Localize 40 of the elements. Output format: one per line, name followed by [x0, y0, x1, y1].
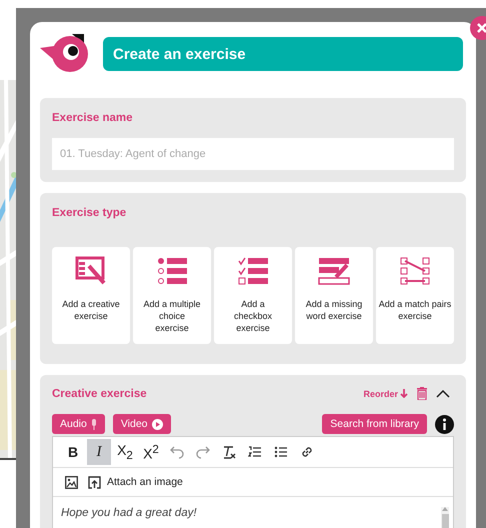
ordered-icon	[248, 445, 262, 459]
superscript-button[interactable]: X$^{2}$	[139, 439, 163, 465]
upload-icon	[88, 476, 101, 488]
chevron-up-icon[interactable]	[436, 390, 450, 398]
exercise-type-card[interactable]: Add a creative exercise	[52, 247, 130, 344]
exercise-type-card[interactable]: Add a match pairs exercise	[376, 247, 454, 344]
section-title: Creative exercise	[52, 388, 147, 400]
subscript-button[interactable]: X$_{2}$	[113, 439, 137, 465]
redo-icon	[196, 445, 210, 459]
trash-icon[interactable]	[417, 387, 427, 400]
exercise-text: Hope you had a great day!	[61, 507, 197, 521]
arrow-down-icon	[400, 389, 408, 398]
table-pencil-icon	[75, 256, 107, 286]
attach-image-button[interactable]: Attach an image	[88, 476, 183, 488]
radio-list-icon	[156, 256, 188, 286]
exercise-type-card[interactable]: Add a checkbox exercise	[214, 247, 292, 344]
checklist-icon	[237, 256, 269, 286]
search-library-button[interactable]: Search from library	[322, 414, 427, 434]
section-label: Exercise type	[52, 207, 128, 219]
italic-button[interactable]: I	[87, 439, 111, 465]
bold-button[interactable]: B	[61, 439, 85, 465]
title-banner: Create an exercise	[103, 37, 463, 71]
section-label: Exercise name	[52, 112, 134, 124]
play-icon	[152, 418, 163, 430]
info-icon[interactable]	[435, 414, 454, 434]
close-icon	[477, 23, 486, 33]
image-icon[interactable]	[65, 476, 78, 488]
video-button[interactable]: Video	[112, 414, 171, 434]
microphone-icon	[90, 418, 97, 430]
clear-icon	[222, 445, 236, 459]
exercise-type-card[interactable]: Add a multiple choice exercise	[133, 247, 211, 344]
lines-pencil-icon	[318, 256, 350, 286]
reorder-button[interactable]: Reorder	[363, 388, 408, 398]
match-lines-icon	[399, 256, 431, 286]
link-icon	[300, 445, 314, 459]
audio-button[interactable]: Audio	[52, 414, 105, 434]
undo-icon	[170, 445, 184, 459]
exercise-name-field[interactable]: 01. Tuesday: Agent of change	[52, 138, 454, 170]
bullet-icon	[274, 445, 288, 459]
exercise-type-card[interactable]: Add a missing word exercise	[295, 247, 373, 344]
